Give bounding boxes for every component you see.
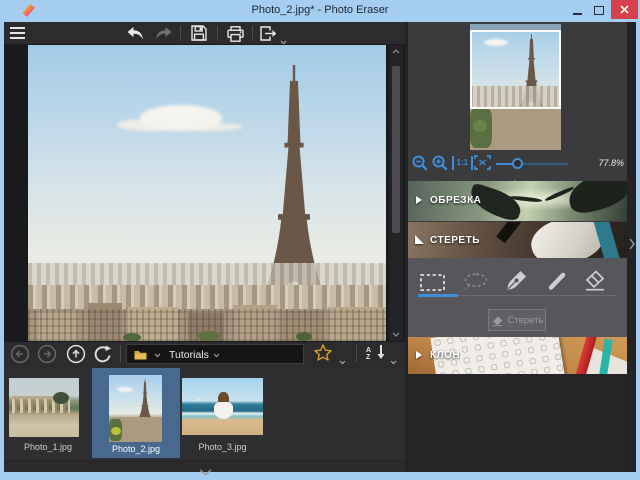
toolbar-separator [180,26,181,41]
scroll-down-icon[interactable] [392,332,400,337]
filmstrip-item-photo3[interactable]: Photo_3.jpg [180,368,276,458]
zoom-in-icon [432,155,448,171]
erase-apply-label: Стереть [507,314,544,326]
export-button[interactable] [260,26,278,46]
photo2-filename: Photo_2.jpg [111,444,161,454]
photo1-thumbnail[interactable] [9,378,79,437]
fit-screen-button[interactable] [474,155,491,175]
tool-lasso-select[interactable] [463,273,489,296]
scrollbar-thumb[interactable] [392,66,400,233]
toolbar-separator [217,26,218,41]
print-icon [227,26,244,42]
stroke-erase-icon [548,272,566,290]
panel-erase-label: СТЕРЕТЬ [430,235,480,246]
folder-icon [134,351,147,360]
rect-select-icon [420,274,445,291]
redo-icon [155,27,172,40]
star-icon [314,344,332,361]
undo-button[interactable] [127,27,144,45]
city-buildings [28,303,386,341]
photo2-thumbnail[interactable] [109,375,162,442]
folder-dropdown-chevron-icon[interactable] [154,353,161,358]
navigator-preview[interactable] [470,24,561,150]
canvas-vertical-scrollbar[interactable] [389,45,403,341]
up-icon [66,344,86,364]
zoom-percent: 77.8% [598,158,624,168]
fit-screen-icon [474,155,491,170]
zoom-100-button[interactable]: 1:1 [452,156,473,170]
zoom-in-button[interactable] [432,155,448,176]
navigator-viewport-rect[interactable] [470,30,561,109]
zoom-slider-knob[interactable] [512,158,523,169]
location-text: Tutorials [169,348,209,361]
undo-icon [127,27,144,40]
up-button[interactable] [66,344,86,364]
panel-erase-expanded-icon [415,235,424,244]
panel-clone-collapsed-icon [416,351,422,359]
minimize-button[interactable] [570,3,586,19]
favorites-button[interactable] [314,344,332,366]
close-button[interactable] [611,0,638,19]
close-icon [620,5,629,14]
tool-eraser[interactable] [583,269,607,296]
zoom-out-icon [412,155,428,171]
toolbar-separator [252,26,253,41]
tool-row-divider [458,295,616,296]
right-panel-empty-area [408,374,627,472]
sort-letter-z: Z [366,354,371,361]
scroll-up-icon[interactable] [392,49,400,54]
cloud [140,105,222,131]
save-button[interactable] [191,25,207,46]
panel-clone-label: КЛОН [430,350,461,361]
save-icon [191,25,207,41]
active-tool-underline [418,294,458,297]
zoom-out-button[interactable] [412,155,428,176]
filmstrip-item-photo2[interactable]: Photo_2.jpg [92,368,180,458]
panel-crop-header[interactable]: ОБРЕЗКА [408,181,627,221]
export-icon [260,26,277,41]
zoom-100-label: 1:1 [456,158,469,167]
eraser-icon [585,270,605,291]
app-window: Photo_2.jpg* - Photo Eraser Tutorials A … [0,0,640,480]
panel-crop-collapsed-icon [416,196,422,204]
refresh-button[interactable] [94,345,112,368]
pen-select-icon [507,271,526,290]
erase-apply-button[interactable]: Стереть [488,309,546,331]
maximize-button[interactable] [591,3,607,19]
photo1-filename: Photo_1.jpg [23,442,73,452]
photo3-filename: Photo_3.jpg [198,442,247,452]
photo-canvas[interactable] [28,45,386,341]
sort-letter-a: A [366,347,372,354]
filmstrip-item-photo1[interactable]: Photo_1.jpg [4,368,92,458]
panel-collapse-chevron-icon[interactable] [629,238,635,250]
redo-button[interactable] [155,27,172,45]
tool-pen-select[interactable] [507,270,527,295]
navbar-separator [120,345,121,362]
back-button[interactable] [10,344,30,364]
titlebar[interactable]: Photo_2.jpg* - Photo Eraser [0,0,640,22]
location-bar[interactable]: Tutorials [126,344,304,364]
refresh-icon [94,345,112,363]
filmstrip-expand-chevron-icon[interactable] [199,463,212,480]
photo3-thumbnail[interactable] [182,378,263,435]
erase-button-icon [492,316,503,326]
panel-collapse-strip[interactable] [627,22,636,472]
lasso-select-icon [464,273,488,290]
panel-crop-label: ОБРЕЗКА [430,195,482,206]
forward-button[interactable] [37,344,57,364]
sort-arrow-icon[interactable] [376,345,386,365]
panel-clone-header[interactable]: КЛОН [408,337,627,374]
panel-erase-header[interactable]: СТЕРЕТЬ [408,222,627,258]
hamburger-menu-icon[interactable] [10,27,25,39]
location-dropdown-chevron-icon[interactable] [213,353,220,358]
tool-stroke-erase[interactable] [547,271,567,296]
tool-rect-select[interactable] [420,274,445,296]
sort-button[interactable]: A Z [366,347,371,361]
forward-icon [37,344,57,364]
back-icon [10,344,30,364]
window-title: Photo_2.jpg* - Photo Eraser [251,4,389,16]
navbar-separator [356,345,357,362]
print-button[interactable] [227,26,244,47]
